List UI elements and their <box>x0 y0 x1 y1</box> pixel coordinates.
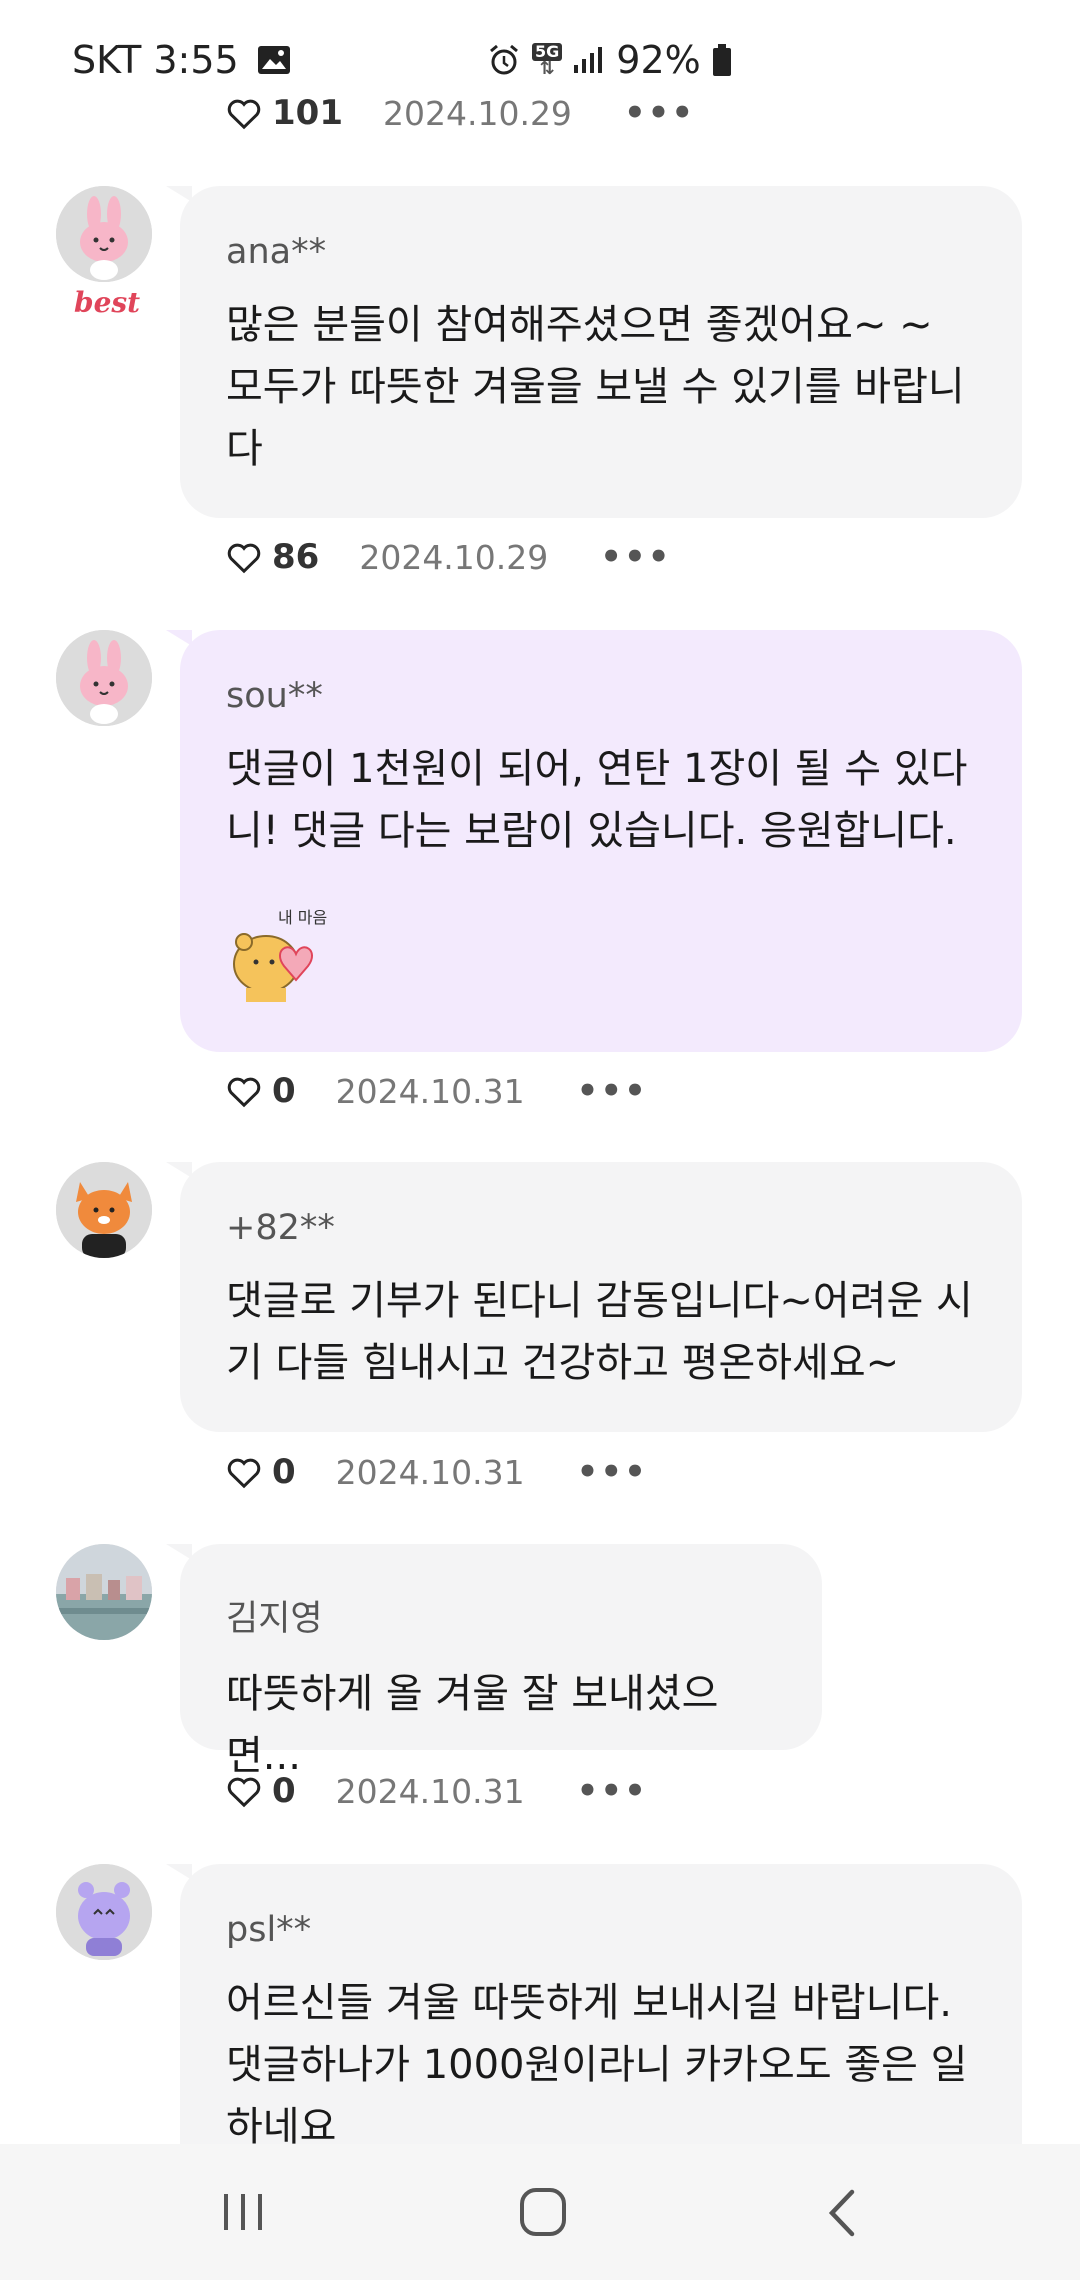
best-badge: best <box>74 286 141 319</box>
5g-icon: 5G ⇅ <box>532 43 563 78</box>
purple-character-avatar-icon <box>56 1864 152 1960</box>
like-count: 86 <box>272 537 320 577</box>
avatar[interactable] <box>56 630 152 726</box>
sticker-text: 내 마음 <box>278 908 328 927</box>
back-icon[interactable] <box>822 2188 862 2238</box>
comment-date: 2024.10.31 <box>335 1071 525 1111</box>
like-count: 0 <box>272 1071 296 1111</box>
more-options-button[interactable]: ••• <box>577 1071 648 1111</box>
battery-icon <box>712 44 731 76</box>
sticker: 내 마음 <box>226 904 336 1004</box>
more-options-button[interactable]: ••• <box>600 537 671 577</box>
comment-author[interactable]: +82** <box>226 1208 976 1248</box>
comment-bubble: +82** 댓글로 기부가 된다니 감동입니다~어려운 시기 다들 힘내시고 건… <box>166 1162 1022 1432</box>
heart-icon[interactable] <box>224 1452 264 1492</box>
recents-icon[interactable] <box>218 2188 268 2236</box>
like-count: 0 <box>272 1771 296 1811</box>
avatar[interactable] <box>56 1544 152 1640</box>
comment-date: 2024.10.29 <box>359 537 549 577</box>
battery-percent: 92% <box>616 38 701 82</box>
status-bar: SKT 3:55 5G ⇅ 92% <box>0 0 1080 124</box>
comment-bubble: sou** 댓글이 1천원이 되어, 연탄 1장이 될 수 있다니! 댓글 다는… <box>166 630 1022 1052</box>
photo-avatar-icon <box>56 1544 152 1640</box>
comment-author[interactable]: psl** <box>226 1910 976 1950</box>
comment-meta: 0 2024.10.31 ••• <box>224 1447 648 1497</box>
avatar[interactable] <box>56 1864 152 1960</box>
raccoon-avatar-icon <box>56 1162 152 1258</box>
gallery-icon <box>257 46 290 74</box>
comment-author[interactable]: 김지영 <box>226 1590 776 1641</box>
comment-meta: 0 2024.10.31 ••• <box>224 1766 648 1816</box>
home-icon[interactable] <box>518 2186 568 2238</box>
comment-meta: 86 2024.10.29 ••• <box>224 532 671 582</box>
comment-date: 2024.10.31 <box>335 1452 525 1492</box>
comment-bubble: ana** 많은 분들이 참여해주셨으면 좋겠어요~ ~ 모두가 따뜻한 겨울을… <box>166 186 1022 518</box>
avatar[interactable] <box>56 1162 152 1258</box>
heart-icon[interactable] <box>224 1771 264 1811</box>
comment-text: 댓글이 1천원이 되어, 연탄 1장이 될 수 있다니! 댓글 다는 보람이 있… <box>226 746 968 854</box>
comment-text: 어르신들 겨울 따뜻하게 보내시길 바랍니다. 댓글하나가 1000원이라니 카… <box>226 1980 968 2144</box>
pink-rabbit-avatar-icon <box>56 630 152 726</box>
avatar[interactable] <box>56 186 152 282</box>
carrier-time: SKT 3:55 <box>72 38 239 82</box>
comment-bubble: psl** 어르신들 겨울 따뜻하게 보내시길 바랍니다. 댓글하나가 1000… <box>166 1864 1022 2144</box>
more-options-button[interactable]: ••• <box>577 1452 648 1492</box>
comment-author[interactable]: ana** <box>226 232 976 272</box>
like-count: 0 <box>272 1452 296 1492</box>
signal-icon <box>574 47 603 73</box>
heart-icon[interactable] <box>224 537 264 577</box>
comment-meta: 0 2024.10.31 ••• <box>224 1066 648 1116</box>
alarm-icon <box>490 44 518 75</box>
pink-rabbit-avatar-icon <box>56 186 152 282</box>
more-options-button[interactable]: ••• <box>577 1771 648 1811</box>
comment-list[interactable]: 101 2024.10.29 ••• best ana** 많은 분들이 참여해… <box>0 0 1080 2144</box>
comment-date: 2024.10.31 <box>335 1771 525 1811</box>
navigation-bar <box>0 2144 1080 2280</box>
comment-author[interactable]: sou** <box>226 676 976 716</box>
comment-bubble: 김지영 따뜻하게 올 겨울 잘 보내셨으면... <box>166 1544 822 1779</box>
heart-icon[interactable] <box>224 1071 264 1111</box>
comment-text: 댓글로 기부가 된다니 감동입니다~어려운 시기 다들 힘내시고 건강하고 평온… <box>226 1278 973 1386</box>
comment-text: 많은 분들이 참여해주셨으면 좋겠어요~ ~ 모두가 따뜻한 겨울을 보낼 수 … <box>226 302 965 472</box>
